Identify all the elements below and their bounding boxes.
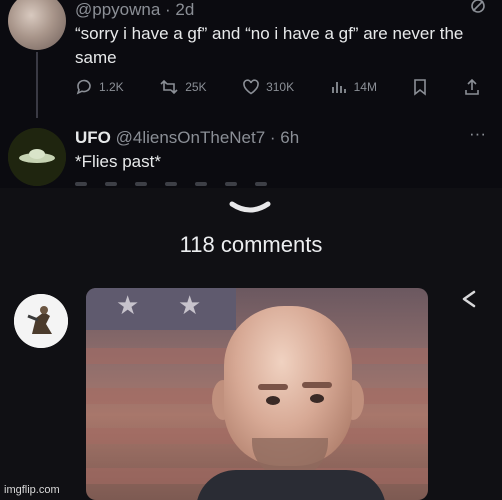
comments-sheet: 118 comments ★ ★ <box>0 188 502 500</box>
tweet-text: “sorry i have a gf” and “no i have a gf”… <box>75 24 464 67</box>
tweet-header-icons <box>470 0 486 19</box>
reply-handle: @4liensOnTheNet7 · 6h <box>115 128 300 147</box>
repost-icon <box>160 79 178 95</box>
reply-text: *Flies past* <box>75 152 161 171</box>
tweet-thread: @ppyowna · 2d “sorry i have a gf” and “n… <box>0 0 502 188</box>
bookmark-button[interactable] <box>412 78 428 96</box>
thread-line <box>36 52 38 118</box>
like-button[interactable]: 310K <box>242 78 294 96</box>
reply-author[interactable]: UFO @4liensOnTheNet7 · 6h <box>75 128 299 148</box>
repost-count: 25K <box>185 80 207 94</box>
chevron-down-icon[interactable] <box>228 200 272 221</box>
star-icon: ★ <box>178 290 202 320</box>
share-icon <box>465 78 479 95</box>
comments-count: 118 comments <box>179 232 323 257</box>
person-brow <box>302 382 332 388</box>
commenter-avatar[interactable] <box>14 294 68 348</box>
views-button[interactable]: 14M <box>330 78 377 96</box>
person-shirt <box>196 470 386 500</box>
share-arrow-icon[interactable] <box>460 288 478 315</box>
person-eye <box>310 394 324 403</box>
author-avatar[interactable] <box>8 0 66 50</box>
views-icon <box>331 82 346 93</box>
person-eye <box>266 396 280 405</box>
like-count: 310K <box>266 80 295 94</box>
reply-icon <box>76 79 91 95</box>
video-thumbnail[interactable]: ★ ★ <box>86 288 428 500</box>
views-count: 14M <box>353 80 377 94</box>
share-tweet-button[interactable] <box>464 78 480 96</box>
watermark: imgflip.com <box>4 484 60 496</box>
reply-name: UFO <box>75 128 111 147</box>
person-brow <box>258 384 288 390</box>
like-icon <box>243 79 259 95</box>
reply-button[interactable]: 1.2K <box>75 78 124 96</box>
grok-icon[interactable] <box>470 0 486 19</box>
reply-count: 1.2K <box>99 80 124 94</box>
flag-canton <box>86 288 236 330</box>
next-reply-preview <box>75 182 475 186</box>
bookmark-icon <box>414 79 427 96</box>
reply-avatar[interactable] <box>8 128 66 186</box>
tweet-actions: 1.2K 25K 310K 14M <box>75 78 480 96</box>
more-dots-icon[interactable]: ··· <box>469 124 486 144</box>
star-icon: ★ <box>116 290 140 320</box>
repost-button[interactable]: 25K <box>159 78 207 96</box>
author-handle[interactable]: @ppyowna · 2d <box>75 0 194 20</box>
